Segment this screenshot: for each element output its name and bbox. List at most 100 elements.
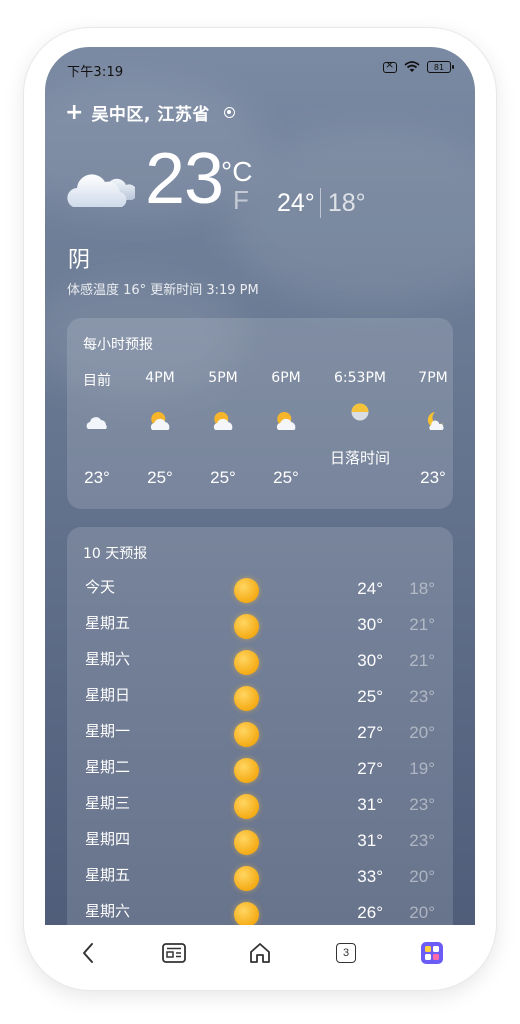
hour-temp: 25° <box>147 468 173 487</box>
sunset-label: 日落时间 <box>330 449 391 467</box>
chevron-left-icon <box>83 942 93 963</box>
feels-like: 体感温度 16° <box>67 283 147 298</box>
sun-icon <box>234 686 259 711</box>
daily-forecast-card[interactable]: 10 天预报 今天 24° 18° 星期五 30° 21° 星期六 30° 21… <box>67 527 453 972</box>
hour-item: 4PM 25° <box>145 370 174 487</box>
sunset-icon <box>351 403 369 421</box>
day-name: 星期六 <box>85 902 131 920</box>
day-high: 33° <box>357 867 383 886</box>
day-low: 19° <box>409 759 435 778</box>
hourly-title: 每小时预报 <box>83 337 153 353</box>
day-high: 30° <box>357 651 383 670</box>
day-name: 星期六 <box>85 650 131 668</box>
sun-icon <box>234 650 259 675</box>
cloud-icon <box>86 417 107 429</box>
partly-cloudy-icon <box>150 412 170 430</box>
weather-condition: 阴 <box>68 248 91 273</box>
day-row[interactable]: 星期三 31° 23° <box>67 792 453 828</box>
today-high-low: 24° 18° <box>277 188 366 218</box>
day-low: 21° <box>409 615 435 634</box>
cloud-icon <box>67 174 135 207</box>
day-low: 20° <box>409 903 435 922</box>
day-row[interactable]: 今天 24° 18° <box>67 576 453 612</box>
tabs-button[interactable]: 3 <box>326 933 366 973</box>
day-high: 30° <box>357 615 383 634</box>
apps-button[interactable] <box>412 933 452 973</box>
day-name: 星期三 <box>85 794 131 812</box>
back-button[interactable] <box>68 933 108 973</box>
sun-icon <box>234 794 259 819</box>
bottom-nav-bar: 3 <box>45 925 475 980</box>
feels-like-row: 体感温度 16° 更新时间 3:19 PM <box>67 279 259 298</box>
today-low: 18° <box>327 188 366 217</box>
news-button[interactable] <box>154 933 194 973</box>
day-high: 31° <box>357 831 383 850</box>
day-low: 23° <box>409 795 435 814</box>
hour-item: 5PM 25° <box>208 370 238 487</box>
sun-icon <box>234 830 259 855</box>
day-high: 26° <box>357 903 383 922</box>
updated-time: 更新时间 3:19 PM <box>150 283 259 298</box>
day-low: 18° <box>409 579 435 598</box>
today-high: 24° <box>277 188 315 217</box>
home-button[interactable] <box>240 933 280 973</box>
location-name[interactable]: 吴中区, 江苏省 <box>91 100 209 125</box>
moon-cloud-icon <box>427 412 444 430</box>
day-name: 今天 <box>85 578 116 596</box>
status-icons: 81 <box>383 58 454 73</box>
weather-screen: 下午3:19 81 + 吴中区, 江苏省 <box>45 47 475 972</box>
day-high: 27° <box>357 759 383 778</box>
day-name: 星期五 <box>85 614 131 632</box>
hour-temp: 25° <box>210 468 236 487</box>
day-name: 星期一 <box>85 722 131 740</box>
hour-time: 7PM <box>418 370 448 386</box>
tab-count: 3 <box>336 942 356 963</box>
status-bar: 下午3:19 81 <box>45 47 475 93</box>
hour-time: 5PM <box>208 370 238 386</box>
hourly-forecast-card[interactable]: 每小时预报 目前 23° 4PM 25° 5PM 25° 6PM 25° 6:5… <box>67 318 453 509</box>
unit-celsius[interactable]: °C <box>221 156 252 188</box>
news-icon <box>162 942 186 963</box>
status-time: 下午3:19 <box>67 65 124 80</box>
day-row[interactable]: 星期五 30° 21° <box>67 612 453 648</box>
no-sim-icon <box>383 58 397 73</box>
apps-grid-icon <box>421 941 443 964</box>
sun-icon <box>234 902 259 927</box>
daily-title: 10 天预报 <box>83 546 148 562</box>
partly-cloudy-icon <box>213 412 233 430</box>
sun-icon <box>234 614 259 639</box>
hour-temp: 25° <box>273 468 299 487</box>
hour-item: 7PM 23° <box>418 370 448 487</box>
hour-item-sunset: 6:53PM 日落时间 <box>330 370 390 467</box>
day-name: 星期五 <box>85 866 131 884</box>
day-high: 25° <box>357 687 383 706</box>
wifi-icon <box>404 61 420 72</box>
unit-fahrenheit[interactable]: F <box>233 185 249 216</box>
high-low-divider <box>319 188 321 218</box>
day-row[interactable]: 星期五 33° 20° <box>67 864 453 900</box>
day-high: 31° <box>357 795 383 814</box>
hour-time: 6PM <box>271 370 301 386</box>
partly-cloudy-icon <box>276 412 296 430</box>
hour-temp: 23° <box>84 468 110 487</box>
day-row[interactable]: 星期六 30° 21° <box>67 648 453 684</box>
day-row[interactable]: 星期一 27° 20° <box>67 720 453 756</box>
day-low: 20° <box>409 867 435 886</box>
day-row[interactable]: 星期二 27° 19° <box>67 756 453 792</box>
hour-time: 6:53PM <box>334 370 386 386</box>
day-name: 星期四 <box>85 830 131 848</box>
day-row[interactable]: 星期日 25° 23° <box>67 684 453 720</box>
sun-icon <box>234 866 259 891</box>
day-row[interactable]: 星期四 31° 23° <box>67 828 453 864</box>
day-high: 24° <box>357 579 383 598</box>
location-row: + 吴中区, 江苏省 <box>65 100 235 125</box>
hour-time: 目前 <box>83 373 111 389</box>
day-low: 23° <box>409 687 435 706</box>
home-icon <box>250 942 270 963</box>
add-location-icon[interactable]: + <box>65 101 83 124</box>
hour-temp: 23° <box>420 468 446 487</box>
day-name: 星期二 <box>85 758 131 776</box>
hour-item: 6PM 25° <box>271 370 301 487</box>
day-low: 21° <box>409 651 435 670</box>
battery-icon: 81 <box>427 61 454 73</box>
